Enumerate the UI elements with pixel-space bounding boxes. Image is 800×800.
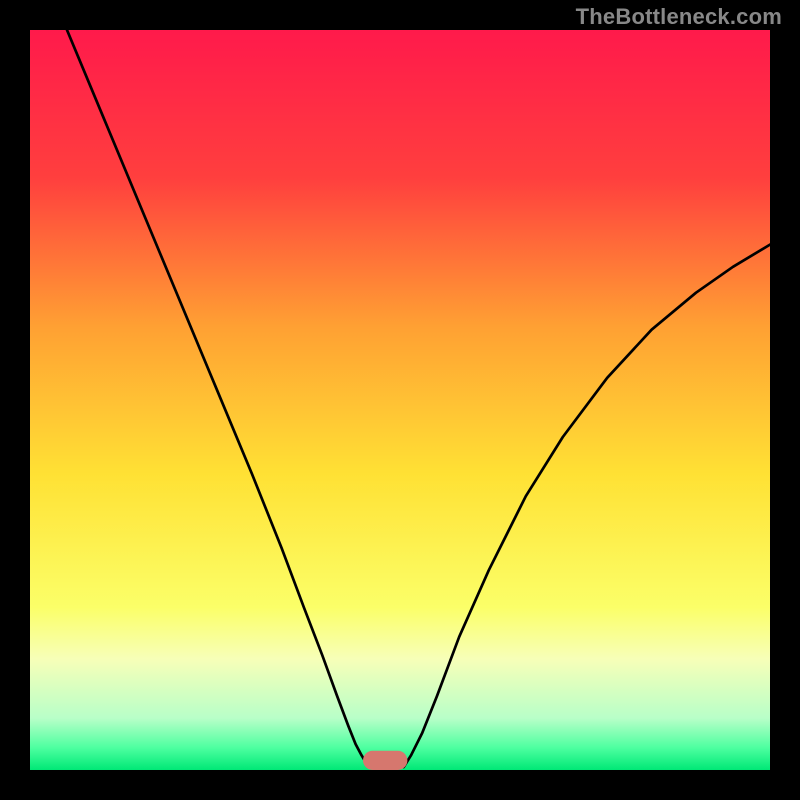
plot-background bbox=[30, 30, 770, 770]
chart-frame: TheBottleneck.com bbox=[0, 0, 800, 800]
annotation-layer bbox=[363, 751, 407, 770]
bottleneck-chart bbox=[0, 0, 800, 800]
watermark-text: TheBottleneck.com bbox=[576, 4, 782, 30]
base-marker bbox=[363, 751, 407, 770]
